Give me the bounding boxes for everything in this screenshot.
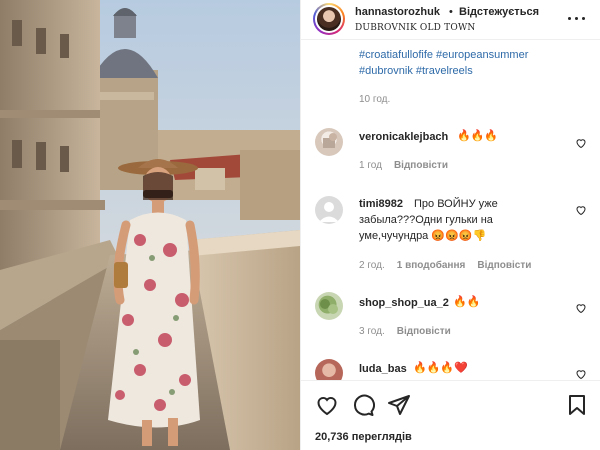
like-heart-icon[interactable] [575,203,587,216]
comment-avatar-default[interactable] [315,196,343,224]
following-button[interactable]: Відстежується [459,6,539,18]
post-header: hannastorozhuk • Відстежується DUBROVNIK… [301,0,600,40]
reply-button[interactable]: Відповісти [394,160,448,171]
hashtag-line-1[interactable]: #croatiafullofife #europeansummer [359,47,589,63]
reply-button[interactable]: Відповісти [397,326,451,337]
comment-meta: 3 год. Відповісти [359,326,463,337]
reply-button[interactable]: Відповісти [477,260,531,271]
comment-bubble-icon[interactable] [351,393,375,417]
comment-avatar[interactable] [315,359,343,380]
like-heart-icon[interactable] [575,301,587,314]
share-send-icon[interactable] [387,393,411,417]
comment-text: забыла???Одни гульки на [359,214,493,226]
comment-time[interactable]: 3 год. [359,326,385,337]
post-panel: hannastorozhuk • Відстежується DUBROVNIK… [300,0,600,450]
comment-text: Про ВОЙНУ уже [414,198,498,210]
comment-likes-count[interactable]: 1 вподобання [397,260,466,271]
more-horizontal-icon[interactable] [566,10,588,26]
comment-time[interactable]: 2 год. [359,260,385,271]
comment-avatar[interactable] [315,292,343,320]
author-username[interactable]: hannastorozhuk [355,6,440,18]
comment-text: уме,чучундра 😡😡😡👎 [359,230,487,242]
comment-text: 🔥🔥 [453,296,481,308]
comment-username[interactable]: shop_shop_ua_2 [359,297,449,309]
comments-list[interactable]: #croatiafullofife #europeansummer #dubro… [301,41,600,380]
header-separator: • [449,6,453,18]
hashtag-line-2[interactable]: #dubrovnik #travelreels [359,63,589,79]
reel-frame-illustration [0,0,300,450]
comment-avatar[interactable] [315,128,343,156]
comment-username[interactable]: veronicaklejbach [359,131,448,143]
caption-time[interactable]: 10 год. [359,94,390,105]
comment-meta: 1 год Відповісти [359,160,460,171]
location-link[interactable]: DUBROVNIK OLD TOWN [355,23,475,33]
comment-username[interactable]: luda_bas [359,363,407,375]
like-heart-icon[interactable] [575,367,587,380]
comment-text: 🔥🔥🔥 [457,130,499,142]
reel-video[interactable] [0,0,300,450]
views-count[interactable]: 20,736 переглядів [315,431,412,443]
bookmark-icon[interactable] [565,393,589,417]
comment-meta: 2 год. 1 вподобання Відповісти [359,260,543,271]
caption-hashtags: #croatiafullofife #europeansummer #dubro… [359,47,589,79]
comment-time[interactable]: 1 год [359,160,382,171]
comment-text: 🔥🔥🔥❤️ [413,362,468,374]
author-avatar[interactable] [313,3,345,35]
like-heart-icon[interactable] [315,393,339,417]
comment-username[interactable]: timi8982 [359,198,403,210]
like-heart-icon[interactable] [575,136,587,149]
post-actions-bar: 20,736 переглядів [301,380,600,450]
